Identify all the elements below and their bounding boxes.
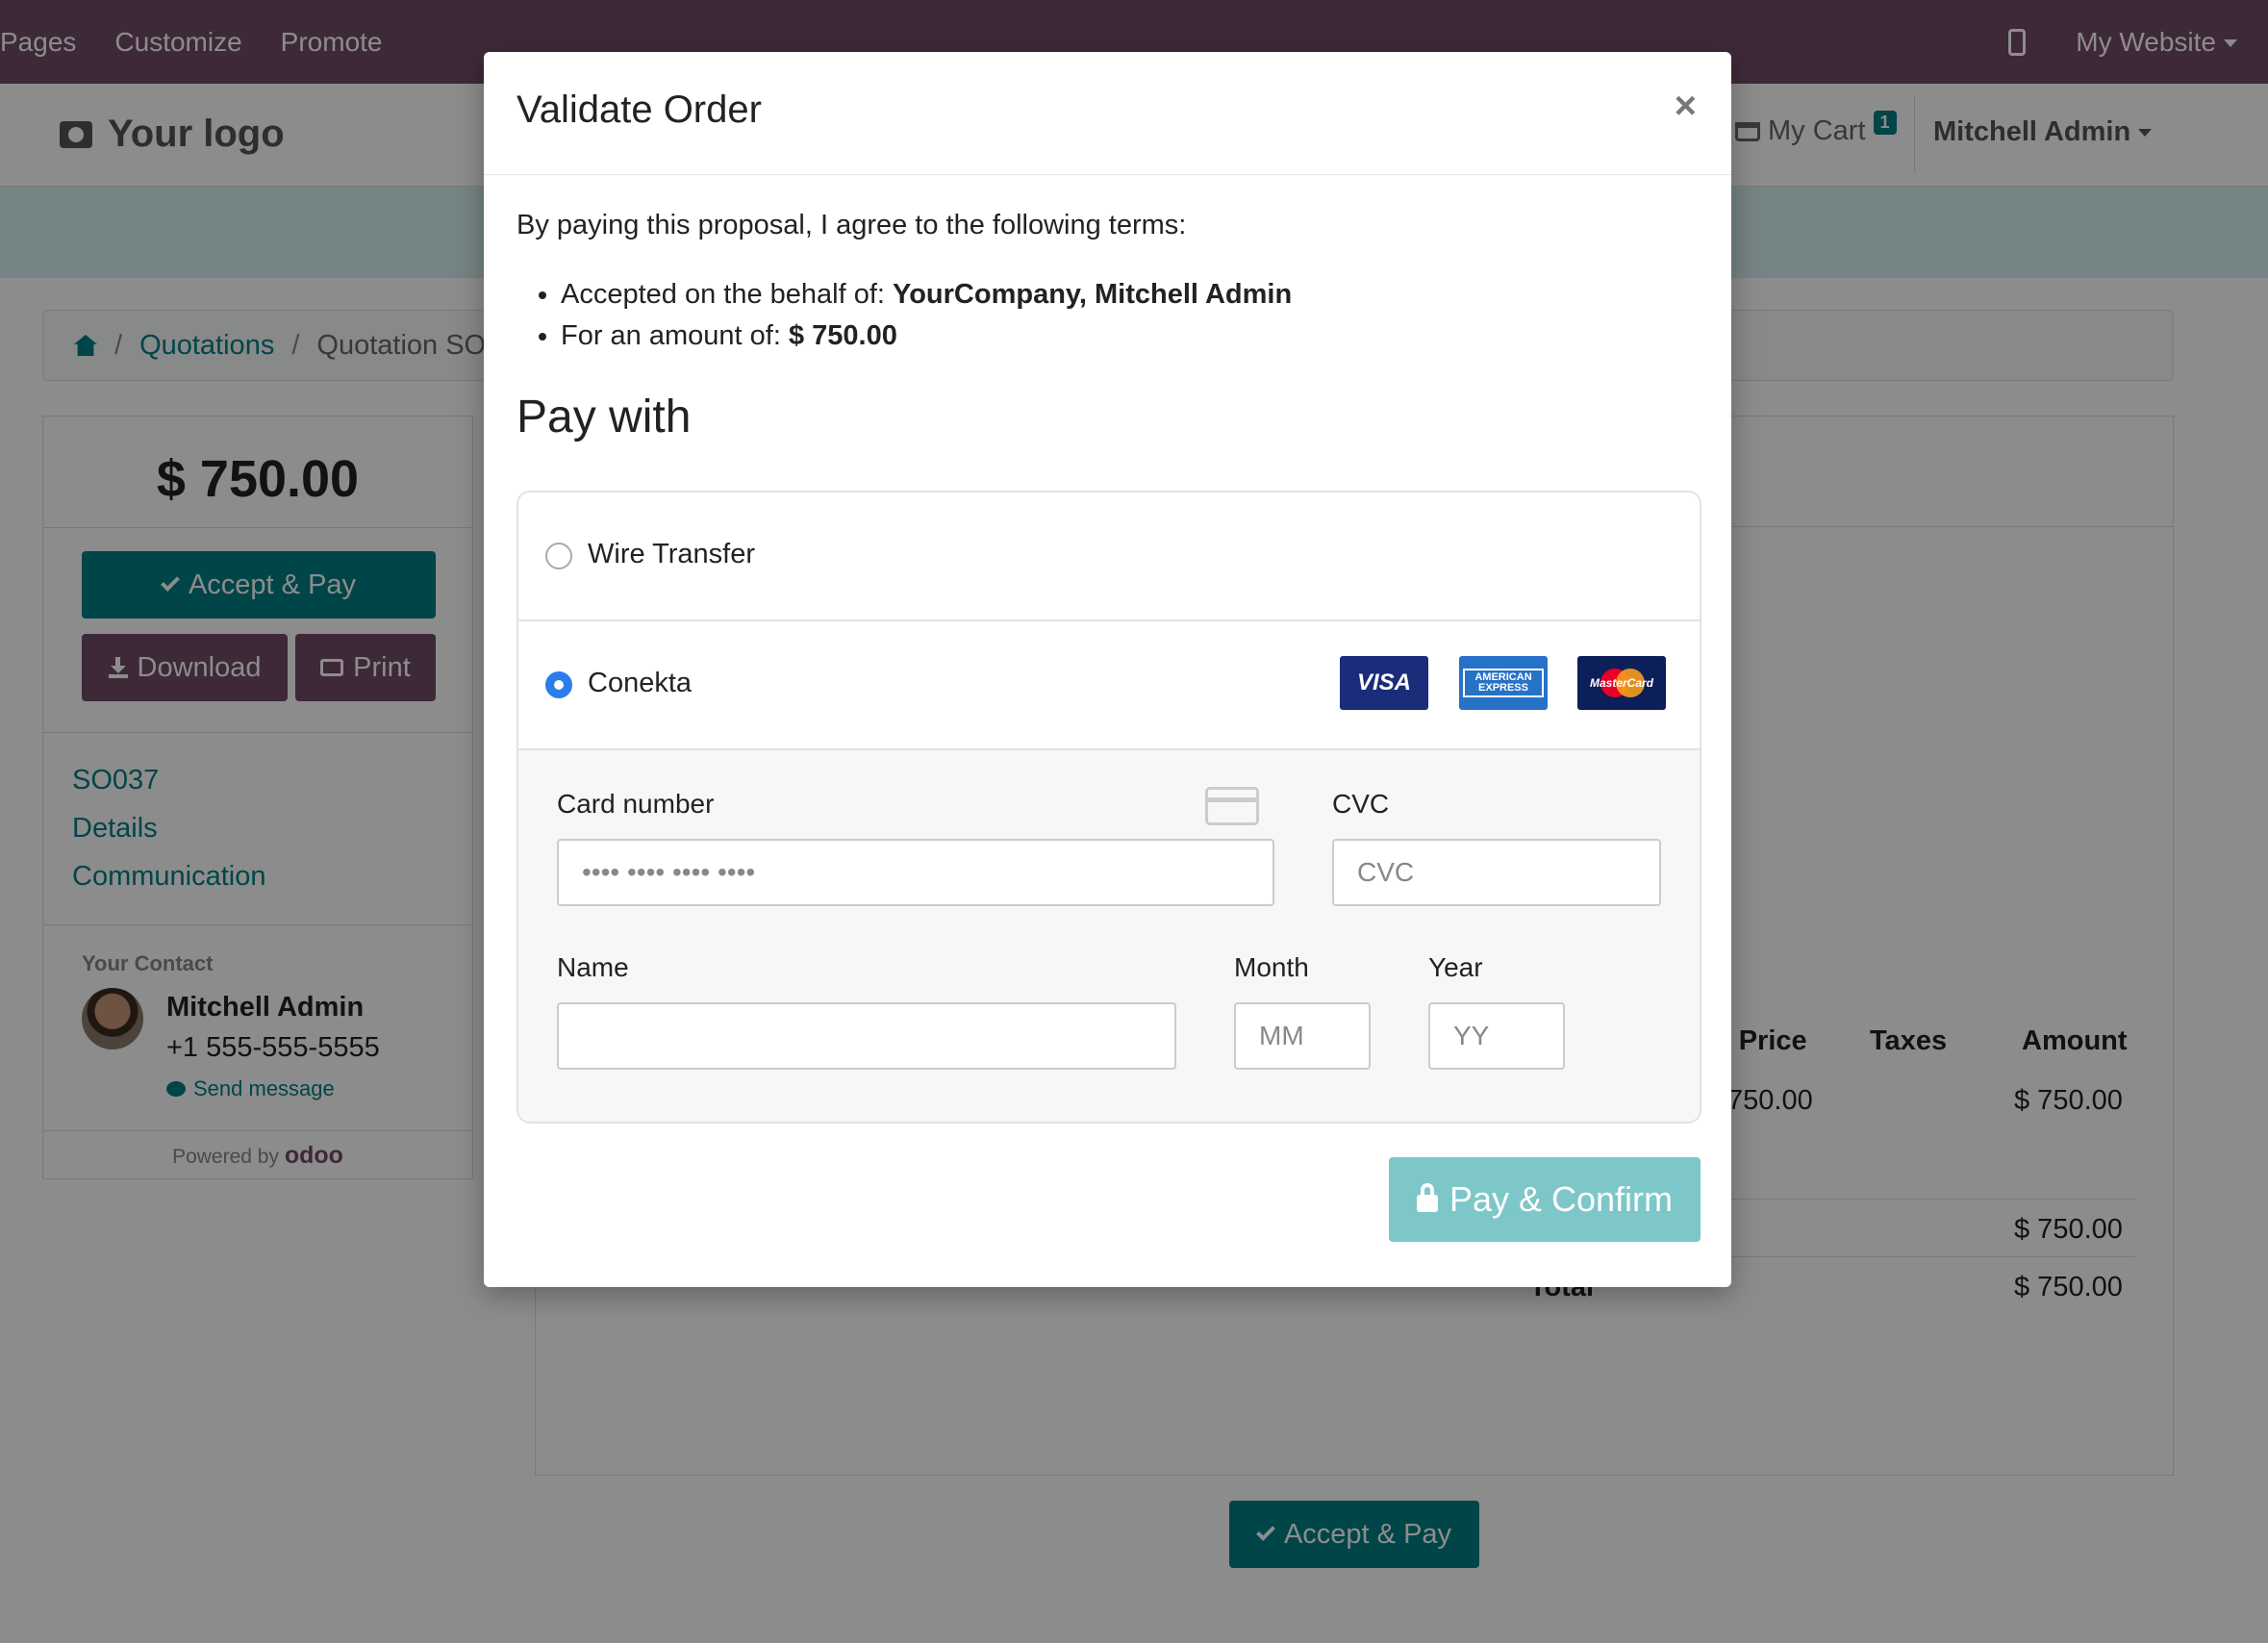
terms-item-amount: For an amount of: $ 750.00 <box>561 320 1292 352</box>
mastercard-logo: MasterCard <box>1577 656 1666 710</box>
pay-confirm-button[interactable]: Pay & Confirm <box>1389 1157 1701 1242</box>
month-input[interactable] <box>1234 1002 1371 1070</box>
visa-logo: VISA <box>1340 656 1428 710</box>
payment-methods: Wire Transfer Conekta VISA AMERICAN EXPR… <box>517 491 1701 1124</box>
pay-with-heading: Pay with <box>517 392 692 442</box>
card-form: Card number CVC Name Month Year <box>518 750 1700 1122</box>
terms-list: Accepted on the behalf of: YourCompany, … <box>561 279 1292 362</box>
year-label: Year <box>1428 952 1483 982</box>
year-input[interactable] <box>1428 1002 1565 1070</box>
conekta-label: Conekta <box>588 668 693 698</box>
name-label: Name <box>557 952 629 982</box>
card-number-input[interactable] <box>557 839 1274 906</box>
month-label: Month <box>1234 952 1309 982</box>
pay-confirm-label: Pay & Confirm <box>1449 1179 1674 1219</box>
validate-order-modal: Validate Order × By paying this proposal… <box>484 52 1731 1287</box>
mastercard-text: MasterCard <box>1589 676 1654 690</box>
cvc-input[interactable] <box>1332 839 1661 906</box>
modal-title: Validate Order <box>517 88 762 131</box>
wire-transfer-radio[interactable] <box>545 543 572 569</box>
accepted-prefix: Accepted on the behalf of: <box>561 279 894 310</box>
wire-transfer-label: Wire Transfer <box>588 539 756 569</box>
cvc-label: CVC <box>1332 789 1390 819</box>
terms-intro: By paying this proposal, I agree to the … <box>517 210 1187 240</box>
amount-prefix: For an amount of: <box>561 320 789 351</box>
amex-logo: AMERICAN EXPRESS <box>1459 656 1548 710</box>
cardholder-name-input[interactable] <box>557 1002 1176 1070</box>
close-icon[interactable]: × <box>1675 85 1697 128</box>
payment-option-conekta[interactable]: Conekta VISA AMERICAN EXPRESS MasterCard <box>518 621 1700 750</box>
card-number-label: Card number <box>557 789 715 819</box>
terms-item-accepted: Accepted on the behalf of: YourCompany, … <box>561 279 1292 311</box>
payment-option-wire-transfer[interactable]: Wire Transfer <box>518 493 1700 621</box>
credit-card-icon <box>1205 787 1259 825</box>
accepted-value: YourCompany, Mitchell Admin <box>893 279 1293 310</box>
amex-text: AMERICAN EXPRESS <box>1463 669 1544 697</box>
modal-header: Validate Order × <box>484 52 1731 175</box>
amount-value: $ 750.00 <box>788 320 897 351</box>
lock-icon <box>1416 1183 1438 1212</box>
conekta-radio[interactable] <box>545 671 572 698</box>
